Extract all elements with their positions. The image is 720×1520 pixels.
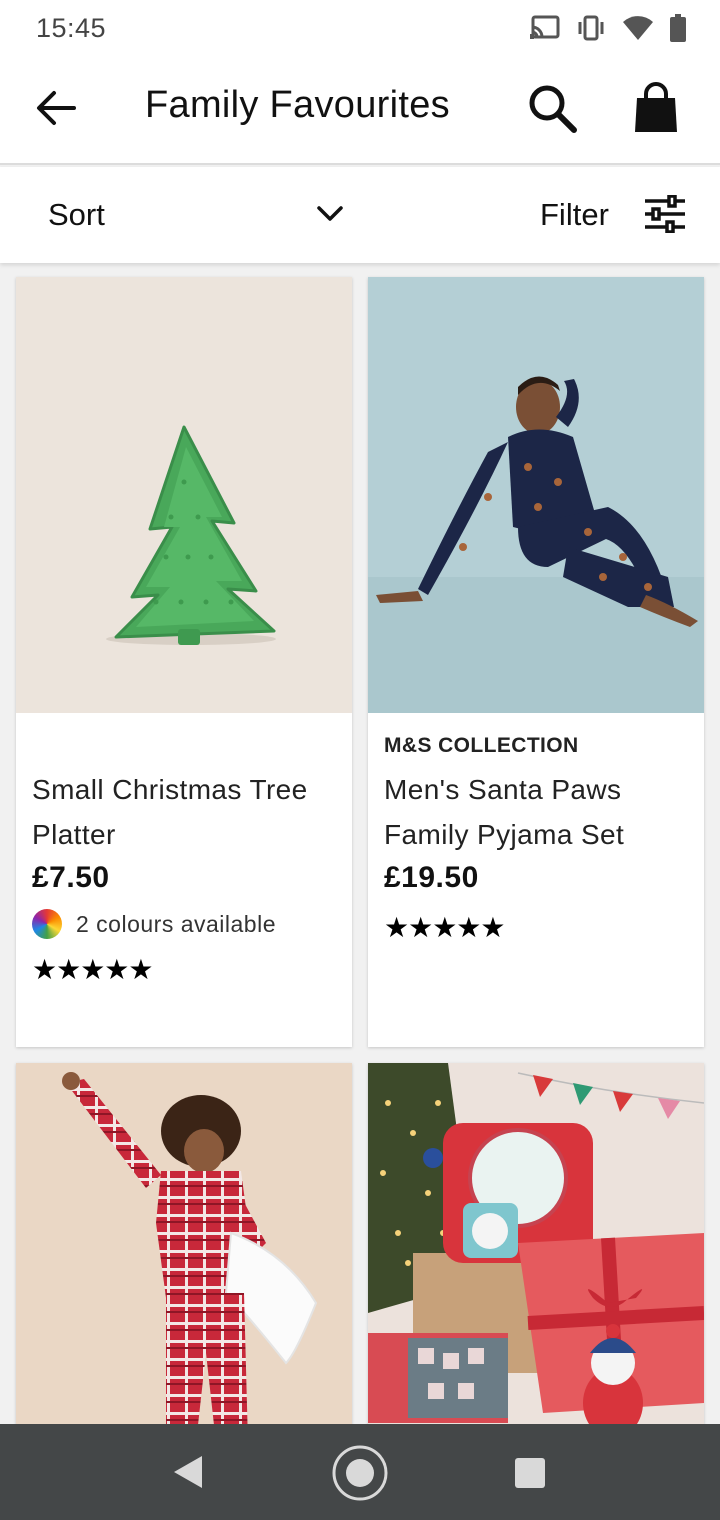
- filter-sliders-icon[interactable]: [645, 195, 685, 233]
- product-image[interactable]: [368, 1063, 704, 1443]
- page-title: Family Favourites: [145, 84, 450, 126]
- app-bar: Family Favourites: [0, 56, 720, 165]
- product-image[interactable]: [368, 277, 704, 713]
- colours-text: 2 colours available: [76, 910, 277, 937]
- product-name[interactable]: Small Christmas Tree Platter: [32, 767, 342, 857]
- product-card[interactable]: [368, 1063, 704, 1443]
- nav-recents-icon[interactable]: [514, 1457, 546, 1489]
- product-image[interactable]: [16, 1063, 352, 1443]
- sort-filter-bar: Sort Filter: [0, 167, 720, 263]
- sort-button[interactable]: Sort: [48, 197, 105, 233]
- colour-wheel-icon: [32, 909, 62, 939]
- search-icon[interactable]: [526, 82, 578, 134]
- vibrate-icon: [578, 15, 604, 41]
- system-nav-bar: [0, 1424, 720, 1520]
- battery-icon: [670, 14, 686, 42]
- rating-stars: ★★★★★: [32, 954, 154, 985]
- red-tartan-pyjama-model-image: [62, 1072, 318, 1443]
- product-price: £7.50: [32, 861, 110, 894]
- product-brand: M&S COLLECTION: [384, 734, 579, 757]
- product-name[interactable]: Men's Santa Paws Family Pyjama Set: [384, 767, 694, 857]
- product-price: £19.50: [384, 861, 479, 894]
- mens-pyjama-model-image: [368, 376, 704, 713]
- rating-stars: ★★★★★: [384, 912, 506, 943]
- christmas-gift-set-image: [368, 1063, 704, 1438]
- nav-back-icon[interactable]: [172, 1454, 204, 1490]
- product-card[interactable]: Small Christmas Tree Platter £7.50 2 col…: [16, 277, 352, 1047]
- status-icons: [530, 14, 686, 42]
- colours-available[interactable]: 2 colours available: [32, 909, 276, 939]
- shopping-bag-icon[interactable]: [634, 82, 678, 134]
- filter-button[interactable]: Filter: [540, 197, 609, 233]
- wifi-icon: [623, 16, 653, 40]
- product-card[interactable]: M&S COLLECTION Men's Santa Paws Family P…: [368, 277, 704, 1047]
- status-time: 15:45: [36, 12, 107, 43]
- product-card[interactable]: [16, 1063, 352, 1443]
- product-image[interactable]: [16, 277, 352, 713]
- status-bar: 15:45: [0, 0, 720, 56]
- christmas-tree-platter-image: [106, 425, 276, 645]
- cast-icon: [530, 15, 560, 39]
- back-arrow-icon[interactable]: [34, 86, 78, 130]
- nav-home-icon[interactable]: [331, 1444, 389, 1502]
- chevron-down-icon[interactable]: [316, 203, 344, 225]
